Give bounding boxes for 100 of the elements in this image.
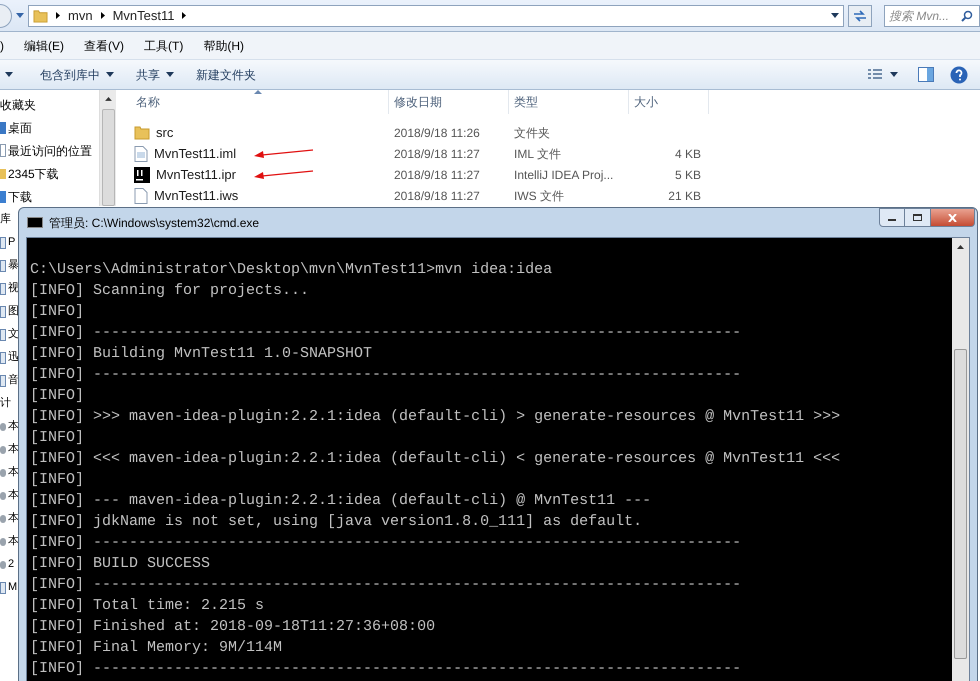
menu-item[interactable]: ) bbox=[0, 36, 14, 54]
date-cell-text: 2018/9/18 11:27 bbox=[393, 188, 481, 204]
size-cell: 4 KB bbox=[674, 146, 701, 160]
menu-item[interactable]: 帮助(H) bbox=[193, 36, 254, 54]
column-header[interactable]: 类型 bbox=[509, 90, 629, 114]
console-line: [INFO] bbox=[30, 386, 84, 406]
breadcrumb-item[interactable]: mvn bbox=[68, 6, 93, 26]
nav-item[interactable]: 音 bbox=[8, 372, 19, 389]
console-line: [INFO] Building MvnTest11 1.0-SNAPSHOT bbox=[30, 344, 372, 364]
console-line: [INFO] >>> maven-idea-plugin:2.2.1:idea (default-cli) > generate-resources @ MvnTest11 >>> bbox=[30, 407, 840, 427]
nav-item[interactable]: 本 bbox=[8, 487, 19, 504]
console-line: [INFO] bbox=[30, 428, 84, 448]
breadcrumb-item[interactable]: MvnTest11 bbox=[112, 6, 174, 26]
type-cell-text: IntelliJ IDEA Proj... bbox=[513, 166, 614, 184]
maximize-icon bbox=[913, 214, 922, 221]
close-button[interactable] bbox=[931, 208, 975, 227]
blank-file-icon bbox=[134, 188, 148, 204]
console-line: [INFO] --- maven-idea-plugin:2.2.1:idea (default-cli) @ MvnTest11 --- bbox=[30, 491, 652, 511]
help-icon[interactable] bbox=[950, 66, 968, 84]
nav-item[interactable]: P bbox=[8, 234, 16, 251]
type-cell-text: IWS 文件 bbox=[513, 188, 565, 204]
scrollbar[interactable] bbox=[952, 238, 969, 681]
caret-icon[interactable] bbox=[831, 13, 839, 18]
console-app-icon bbox=[27, 217, 43, 228]
nav-item[interactable]: 2 bbox=[8, 556, 14, 573]
console-line: [INFO] ------------------------------------------------------------------------ bbox=[30, 323, 742, 343]
close-icon bbox=[948, 214, 957, 222]
console-line: [INFO] bbox=[30, 302, 84, 322]
nav-item[interactable]: 图 bbox=[8, 303, 19, 320]
scroll-up-icon[interactable] bbox=[104, 97, 112, 101]
nav-item[interactable]: M bbox=[8, 579, 18, 596]
menu-item[interactable]: 工具(T) bbox=[134, 36, 194, 54]
type-cell-text: IML 文件 bbox=[513, 146, 562, 162]
chevron-icon bbox=[56, 12, 60, 19]
nav-group-label[interactable]: 计 bbox=[0, 395, 11, 412]
nav-item[interactable]: 下载 bbox=[8, 188, 32, 206]
nav-item[interactable]: 文 bbox=[8, 326, 19, 343]
nav-item[interactable]: 视 bbox=[8, 280, 19, 297]
nav-item[interactable]: 本 bbox=[8, 510, 19, 527]
scroll-thumb[interactable] bbox=[954, 349, 967, 659]
menu-item[interactable]: 查看(V) bbox=[74, 36, 134, 54]
refresh-button[interactable] bbox=[848, 4, 872, 26]
menu-item[interactable]: 编辑(E) bbox=[14, 36, 74, 54]
scroll-up-icon[interactable] bbox=[957, 245, 964, 249]
date-cell-text: 2018/9/18 11:26 bbox=[393, 124, 481, 142]
console-line: [INFO] jdkName is not set, using [java version1.8.0_111] as default. bbox=[30, 512, 642, 532]
nav-item[interactable]: 2345下载 bbox=[8, 164, 59, 182]
console-line: [INFO] bbox=[30, 470, 84, 490]
preview-pane-icon[interactable] bbox=[918, 67, 934, 82]
refresh-icon bbox=[853, 10, 867, 22]
app-logo-icon bbox=[134, 166, 150, 182]
size-cell: 5 KB bbox=[674, 168, 701, 182]
minimize-icon bbox=[888, 219, 896, 221]
nav-group-label[interactable]: 库 bbox=[0, 211, 11, 228]
minimize-button[interactable] bbox=[879, 208, 905, 227]
sort-arrow-icon bbox=[254, 90, 262, 94]
caret-icon bbox=[890, 72, 898, 77]
console-line: [INFO] ------------------------------------------------------------------------ bbox=[30, 659, 742, 679]
nav-item[interactable]: 本 bbox=[8, 464, 19, 481]
address-field[interactable]: mvn MvnTest11 bbox=[28, 4, 844, 26]
console-line: [INFO] ------------------------------------------------------------------------ bbox=[30, 365, 742, 385]
nav-item[interactable]: 本 bbox=[8, 418, 19, 435]
date-cell-text: 2018/9/18 11:27 bbox=[393, 166, 481, 184]
nav-item[interactable]: 暴 bbox=[8, 257, 19, 274]
console-line: [INFO] Scanning for projects... bbox=[30, 281, 310, 301]
nav-item[interactable]: 桌面 bbox=[8, 118, 32, 136]
chevron-icon bbox=[100, 12, 105, 19]
date-cell-text: 2018/9/18 11:27 bbox=[393, 146, 481, 162]
nav-item[interactable]: 本 bbox=[8, 441, 19, 458]
nav-item[interactable]: 迅 bbox=[8, 349, 19, 366]
console-line: [INFO] ------------------------------------------------------------------------ bbox=[30, 575, 742, 595]
type-cell-text: 文件夹 bbox=[513, 124, 551, 142]
view-options-button[interactable] bbox=[868, 68, 898, 80]
console-line: [INFO] Finished at: 2018-09-18T11:27:36+08:00 bbox=[30, 617, 436, 637]
search-field[interactable]: 搜索 Mvn... bbox=[884, 4, 980, 26]
console-line: [INFO] <<< maven-idea-plugin:2.2.1:idea (default-cli) < generate-resources @ MvnTest11 <<< bbox=[30, 449, 840, 469]
file-name[interactable]: MvnTest11.ipr bbox=[156, 164, 236, 184]
console-line: [INFO] Total time: 2.215 s bbox=[30, 596, 264, 616]
search-icon bbox=[961, 10, 973, 22]
file-name[interactable]: MvnTest11.iws bbox=[154, 186, 238, 206]
nav-item[interactable]: 本 bbox=[8, 533, 19, 550]
console-line: [INFO] BUILD SUCCESS bbox=[30, 554, 210, 574]
maximize-button[interactable] bbox=[905, 208, 931, 227]
window-title: 管理员: C:\Windows\system32\cmd.exe bbox=[49, 214, 260, 232]
console-line: C:\Users\Administrator\Desktop\mvn\MvnTest11>mvn idea:idea bbox=[30, 260, 552, 280]
nav-item[interactable]: 最近访问的位置 bbox=[8, 142, 92, 160]
column-header[interactable]: 大小 bbox=[629, 90, 709, 114]
history-dropdown-icon[interactable] bbox=[16, 13, 24, 18]
console-line: [INFO] ------------------------------------------------------------------------ bbox=[30, 533, 742, 553]
document-icon bbox=[134, 146, 148, 162]
column-header[interactable]: 修改日期 bbox=[389, 90, 509, 114]
toolbar-button[interactable]: 共享 bbox=[134, 64, 176, 86]
caret-icon bbox=[5, 72, 13, 77]
file-name[interactable]: MvnTest11.iml bbox=[154, 144, 236, 164]
toolbar-button[interactable]: 包含到库中 bbox=[38, 64, 116, 86]
nav-group-label[interactable]: 收藏夹 bbox=[0, 96, 36, 114]
scrollbar[interactable] bbox=[99, 90, 116, 206]
file-name[interactable]: src bbox=[156, 122, 174, 142]
console-line: [INFO] Final Memory: 9M/114M bbox=[30, 638, 282, 658]
toolbar-button[interactable]: 新建文件夹 bbox=[194, 64, 258, 86]
